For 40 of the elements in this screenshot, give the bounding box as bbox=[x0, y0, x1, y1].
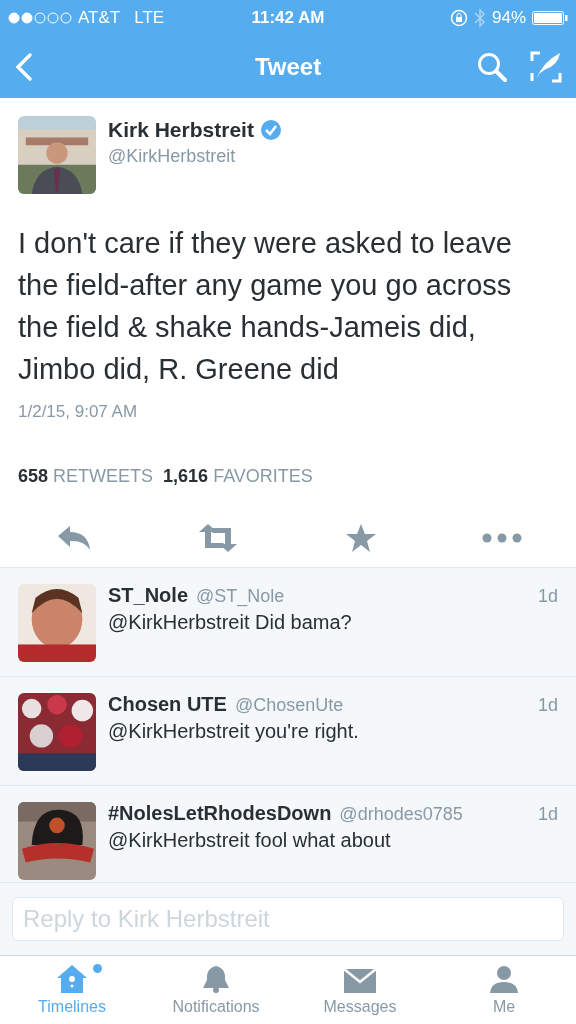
reply-author-handle: @ST_Nole bbox=[196, 586, 285, 607]
reply-card[interactable]: Chosen UTE @ChosenUte 1d @KirkHerbstreit you're right. bbox=[0, 677, 576, 786]
network-text: LTE bbox=[134, 8, 165, 28]
battery-text: 94% bbox=[491, 8, 526, 28]
rotation-lock-icon bbox=[449, 9, 468, 27]
star-icon[interactable] bbox=[344, 523, 377, 553]
bell-icon bbox=[202, 964, 230, 994]
battery-icon bbox=[532, 11, 568, 25]
author-handle: @KirkHerbstreit bbox=[108, 146, 237, 167]
reply-author-name: ST_Nole bbox=[108, 584, 189, 607]
reply-time: 1d bbox=[537, 695, 558, 716]
bluetooth-icon bbox=[473, 8, 486, 28]
stat-text[interactable]: 1,616 FAVORITES bbox=[163, 466, 313, 487]
reply-text: @KirkHerbstreit fool what about bbox=[108, 829, 392, 852]
back-icon[interactable] bbox=[14, 52, 34, 82]
reply-author-handle: @drhodes0785 bbox=[339, 804, 463, 825]
reply-author-name: Chosen UTE bbox=[108, 693, 227, 716]
home-icon bbox=[56, 964, 88, 994]
carrier-text: AT&T bbox=[78, 8, 121, 28]
author-name: Kirk Herbstreit bbox=[108, 118, 254, 142]
reply-card[interactable]: ST_Nole @ST_Nole 1d @KirkHerbstreit Did bama? bbox=[0, 568, 576, 677]
reply-text: @KirkHerbstreit Did bama? bbox=[108, 611, 353, 634]
clock-text: 11:42 AM bbox=[251, 8, 325, 28]
compose-icon[interactable] bbox=[530, 51, 562, 83]
reply-icon[interactable] bbox=[56, 524, 92, 552]
screen-title: Tweet bbox=[254, 53, 322, 81]
reply-card[interactable]: #NolesLetRhodesDown @drhodes0785 1d @KirkHerbstreit fool what about bbox=[0, 786, 576, 882]
reply-text: @KirkHerbstreit you're right. bbox=[108, 720, 360, 743]
more-icon[interactable] bbox=[482, 533, 522, 543]
person-icon bbox=[489, 964, 519, 994]
signal-icon bbox=[8, 12, 74, 24]
tweet-date: 1/2/15, 9:07 AM bbox=[17, 401, 139, 423]
tweet-text: I don't care if they were asked to leave the field-after any game you go across the field & shake hands-Jameis did, Jimbo did, R. Greene did bbox=[17, 226, 513, 387]
reply-time: 1d bbox=[537, 586, 558, 607]
search-icon[interactable] bbox=[476, 51, 508, 83]
envelope-icon bbox=[343, 966, 377, 994]
reply-author-handle: @ChosenUte bbox=[234, 695, 344, 716]
stat-text[interactable]: 658 RETWEETS bbox=[18, 466, 154, 487]
reply-time: 1d bbox=[537, 804, 558, 825]
reply-author-name: #NolesLetRhodesDown bbox=[108, 802, 332, 825]
